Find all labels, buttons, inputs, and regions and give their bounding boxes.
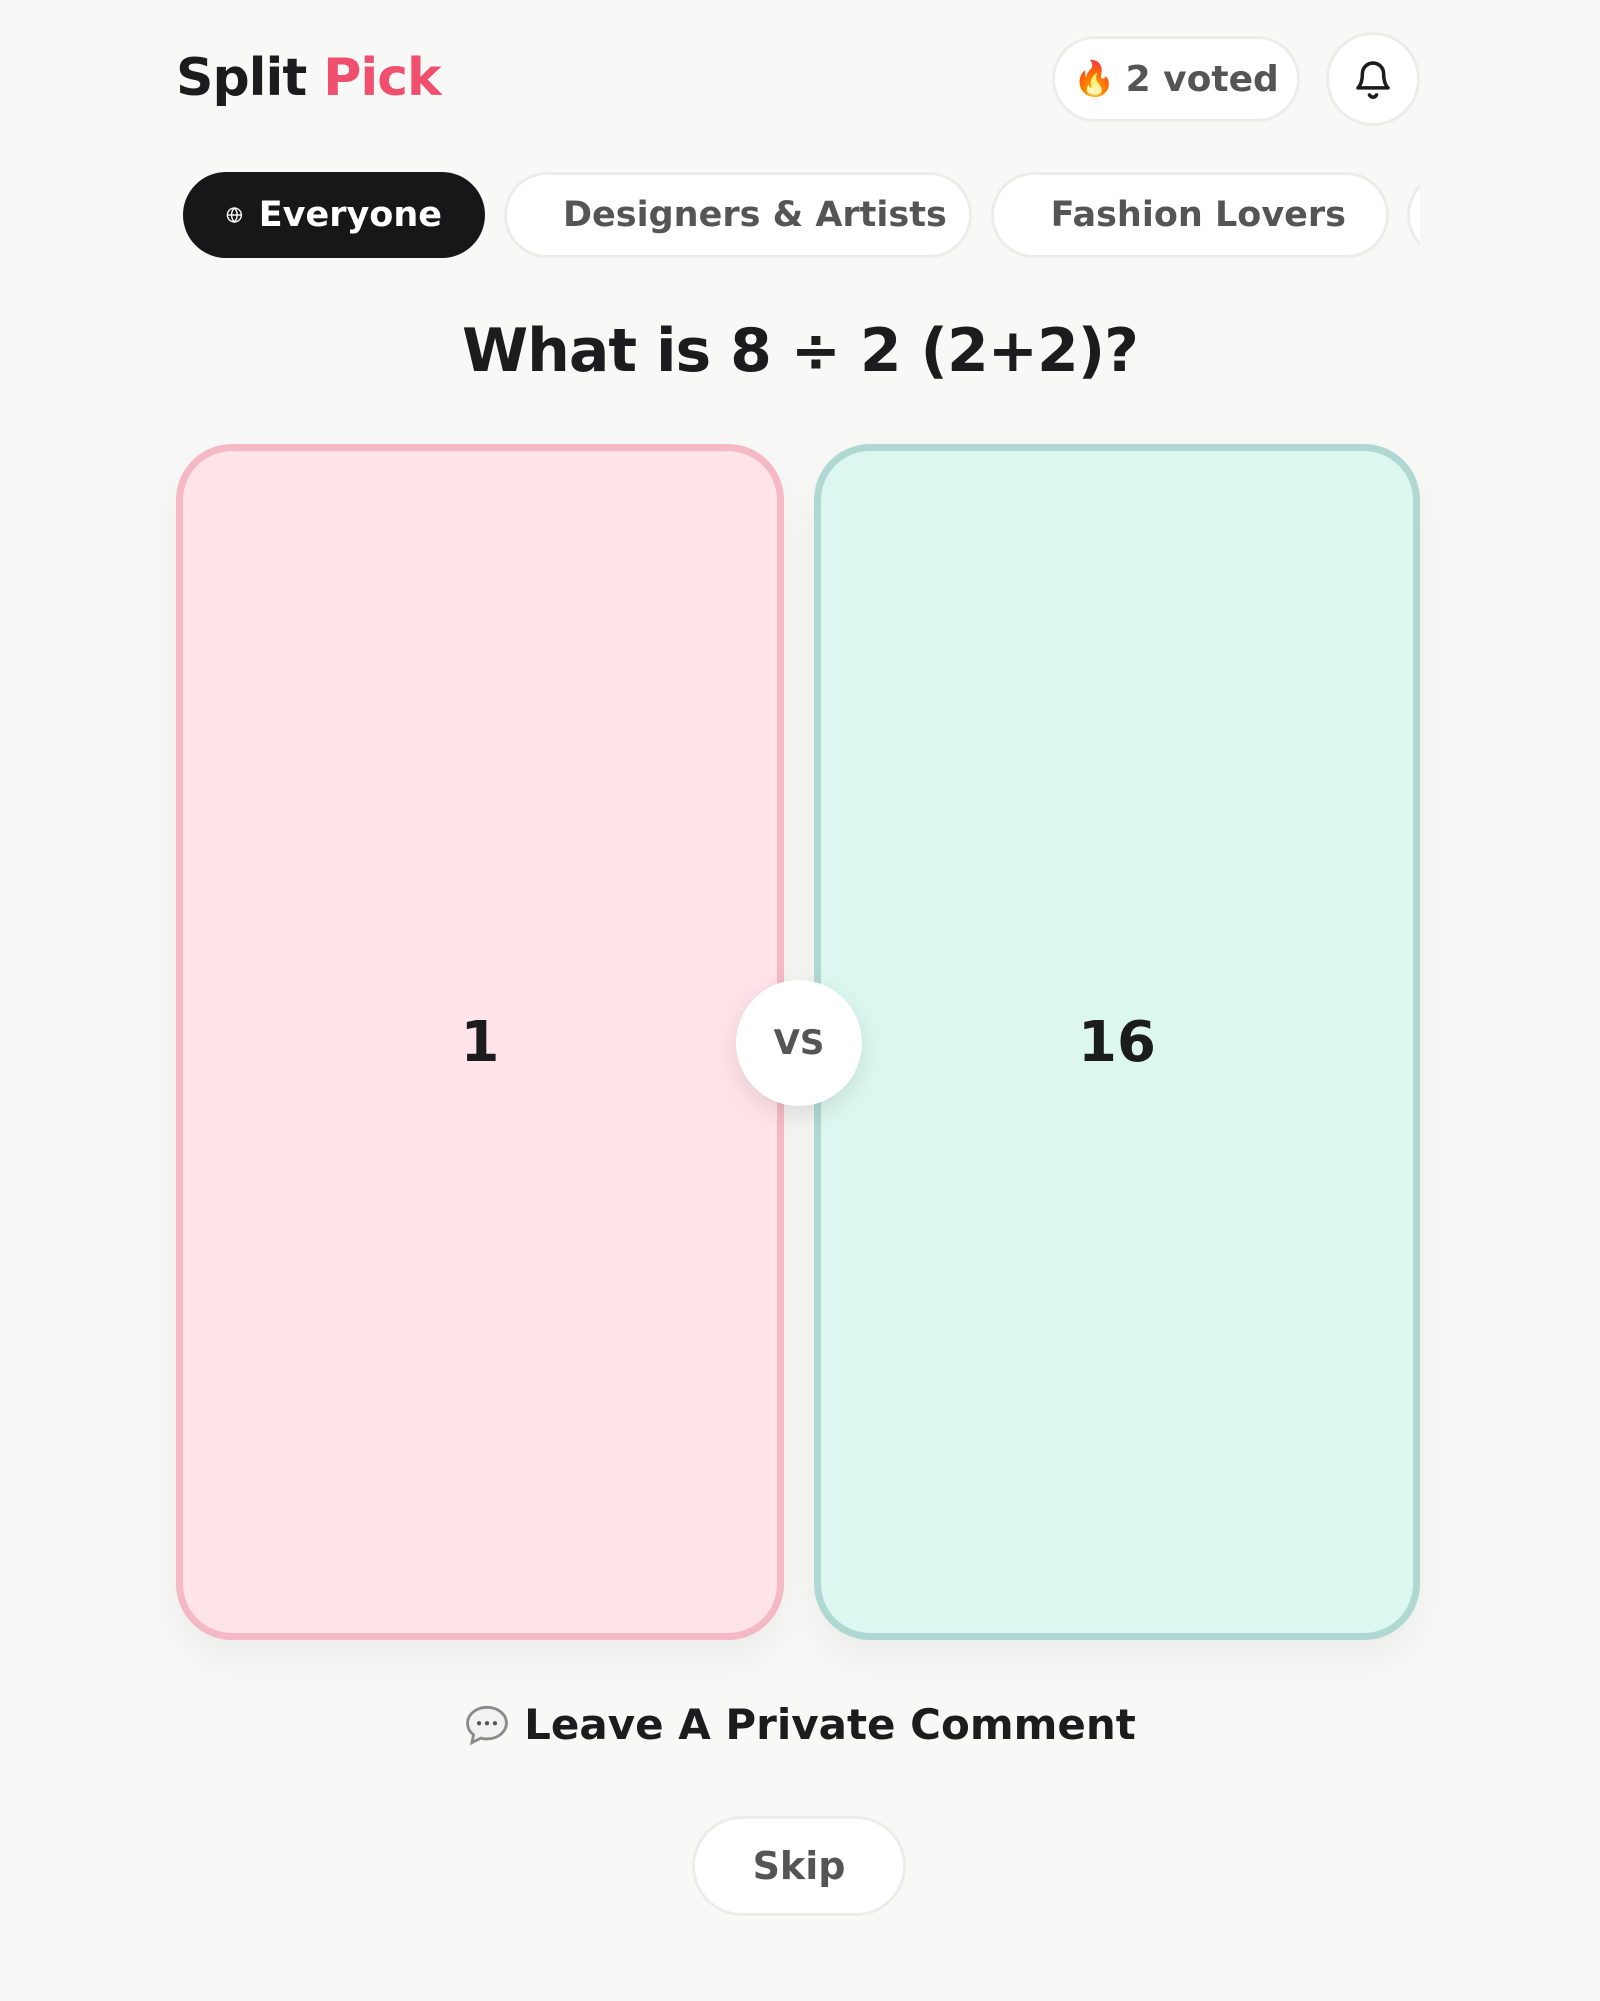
option-card-right[interactable]: 16: [814, 444, 1420, 1640]
filter-chip-label: Everyone: [258, 195, 442, 235]
filter-chip-fashion-lovers[interactable]: Fashion Lovers: [991, 172, 1389, 258]
notifications-button[interactable]: [1326, 32, 1420, 126]
voted-count-badge[interactable]: 🔥 2 voted: [1052, 36, 1300, 122]
voted-count-label: 2 voted: [1125, 58, 1279, 100]
audience-filter-bar: Everyone Designers & Artists Fashion Lov…: [176, 168, 1420, 268]
option-left-label: 1: [460, 1009, 500, 1075]
filter-chip-designers-artists[interactable]: Designers & Artists: [504, 172, 972, 258]
globe-icon: [226, 207, 243, 223]
fire-icon: 🔥: [1073, 59, 1116, 99]
option-card-left[interactable]: 1: [176, 444, 784, 1640]
leave-private-comment-button[interactable]: Leave A Private Comment: [0, 1700, 1600, 1749]
option-right-label: 16: [1078, 1009, 1156, 1075]
hanger-icon: [1034, 214, 1035, 216]
comment-label: Leave A Private Comment: [524, 1700, 1136, 1749]
app-logo: Split Pick: [176, 48, 442, 108]
vs-badge: VS: [736, 980, 862, 1106]
speech-bubble-icon: [466, 1705, 509, 1745]
filter-chip-more[interactable]: [1407, 172, 1420, 258]
filter-chip-everyone[interactable]: Everyone: [183, 172, 485, 258]
bell-icon: [1356, 61, 1390, 99]
brand-primary: Split: [176, 48, 307, 108]
filter-chip-label: Fashion Lovers: [1050, 195, 1346, 235]
poll-question: What is 8 ÷ 2 (2+2)?: [462, 316, 1139, 386]
skip-button[interactable]: Skip: [692, 1816, 906, 1916]
filter-chip-label: Designers & Artists: [563, 195, 947, 235]
brand-accent: Pick: [323, 48, 441, 108]
page: Split Pick 🔥 2 voted Everyone Designers …: [0, 0, 1600, 2001]
